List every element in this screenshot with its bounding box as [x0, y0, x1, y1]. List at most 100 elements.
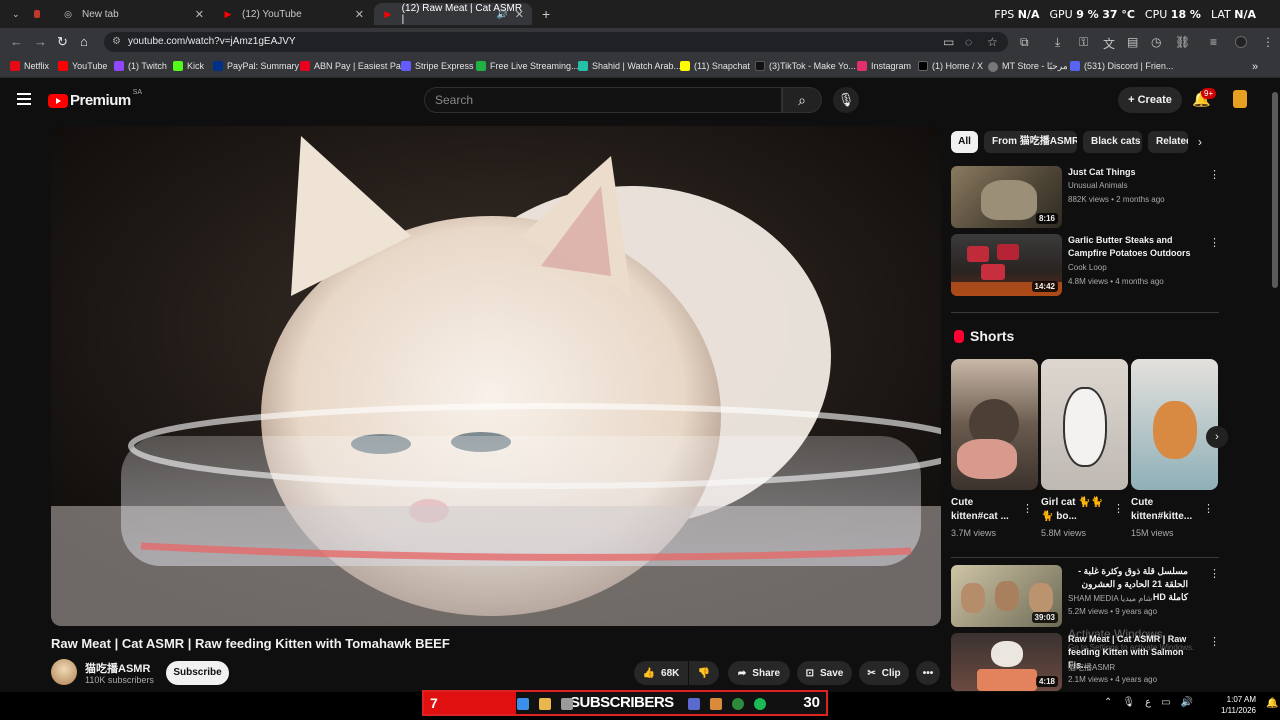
- taskbar-clock[interactable]: 1:07 AM 1/11/2026: [1208, 694, 1256, 716]
- close-icon[interactable]: ✕: [355, 8, 364, 21]
- home-icon[interactable]: ⌂: [80, 34, 88, 49]
- bookmark-tiktok[interactable]: (3)TikTok - Make Yo...: [755, 61, 856, 71]
- save-button[interactable]: ⊡ Save: [797, 661, 852, 685]
- bookmark-abn[interactable]: ABN Pay | Easiest Pa...: [300, 61, 408, 71]
- forward-icon[interactable]: →: [34, 34, 47, 49]
- bookmark-snapchat[interactable]: (11) Snapchat: [680, 61, 750, 71]
- scrollbar-thumb[interactable]: [1272, 92, 1278, 288]
- chip-all[interactable]: All: [951, 131, 978, 153]
- card-icon[interactable]: ▤: [1127, 35, 1138, 49]
- subscribe-button[interactable]: Subscribe: [166, 661, 229, 685]
- bookmark-x[interactable]: (1) Home / X: [918, 61, 983, 71]
- chip-related[interactable]: Related: [1148, 131, 1188, 153]
- search-button[interactable]: ⌕: [782, 87, 822, 113]
- chevron-up-icon[interactable]: ⌃: [1104, 697, 1112, 708]
- star-icon[interactable]: ☆: [987, 35, 998, 49]
- bookmark-kick[interactable]: Kick: [173, 61, 204, 71]
- network-icon[interactable]: ▭: [1161, 697, 1170, 708]
- profile-avatar[interactable]: [1235, 36, 1247, 48]
- more-vert-icon[interactable]: ⋮: [1209, 567, 1220, 580]
- avatar[interactable]: [1233, 90, 1247, 108]
- search-input[interactable]: Search: [424, 87, 782, 113]
- xbox-icon[interactable]: [732, 698, 744, 710]
- recommendation-item[interactable]: 8:16 Just Cat Things Unusual Animals 882…: [951, 166, 1221, 230]
- extensions-icon[interactable]: ⧉: [1020, 35, 1029, 50]
- more-vert-icon[interactable]: ⋮: [1209, 236, 1220, 249]
- more-vert-icon[interactable]: ⋮: [1209, 168, 1220, 181]
- chip-black-cats[interactable]: Black cats: [1083, 131, 1142, 153]
- bookmark-streaming[interactable]: Free Live Streaming...: [476, 61, 579, 71]
- tab-new-tab[interactable]: ◎ New tab ✕: [54, 3, 212, 25]
- spotify-icon[interactable]: [754, 698, 766, 710]
- hamburger-menu-icon[interactable]: [17, 93, 31, 105]
- more-vert-icon[interactable]: ⋮: [1203, 502, 1214, 515]
- app-icon[interactable]: [688, 698, 700, 710]
- windows-start-icon[interactable]: [517, 698, 529, 710]
- new-tab-button[interactable]: +: [534, 3, 554, 25]
- file-explorer-icon[interactable]: [539, 698, 551, 710]
- video-thumbnail[interactable]: 8:16: [951, 166, 1062, 228]
- short-thumbnail[interactable]: [1041, 359, 1128, 490]
- bookmark-paypal[interactable]: PayPal: Summary: [213, 61, 299, 71]
- recommendation-item[interactable]: 14:42 Garlic Butter Steaks and Campfire …: [951, 234, 1221, 298]
- site-info-icon[interactable]: ⚙: [112, 32, 121, 52]
- bookmark-instagram[interactable]: Instagram: [857, 61, 911, 71]
- notifications-icon[interactable]: 🔔: [1266, 698, 1278, 709]
- speaker-icon[interactable]: 🔊: [497, 9, 508, 20]
- short-thumbnail[interactable]: [1131, 359, 1218, 490]
- shorts-next-button[interactable]: ›: [1206, 426, 1228, 448]
- create-button[interactable]: + Create: [1118, 87, 1182, 113]
- reading-list-icon[interactable]: ≡: [1210, 35, 1217, 49]
- chevron-right-icon[interactable]: ›: [1198, 135, 1202, 149]
- eye-off-icon[interactable]: ◌: [965, 35, 972, 49]
- video-thumbnail[interactable]: 4:18: [951, 633, 1062, 691]
- key-icon[interactable]: ⚿: [1079, 35, 1088, 50]
- address-bar[interactable]: ⚙ youtube.com/watch?v=jAmz1gEAJVY: [104, 32, 1008, 52]
- tab-pinned[interactable]: [26, 3, 56, 25]
- bookmark-discord[interactable]: (531) Discord | Frien...: [1070, 61, 1173, 71]
- download-icon[interactable]: ⤓: [1055, 35, 1060, 50]
- bookmark-stripe[interactable]: Stripe Express: [401, 61, 474, 71]
- tab-youtube[interactable]: ▶ (12) YouTube ✕: [214, 3, 372, 25]
- microphone-icon[interactable]: 🎙: [1122, 697, 1135, 708]
- bookmark-twitch[interactable]: (1) Twitch: [114, 61, 167, 71]
- more-vert-icon[interactable]: ⋮: [1022, 502, 1033, 515]
- tab-current-video[interactable]: ▶ (12) Raw Meat | Cat ASMR | 🔊 ✕: [374, 3, 532, 25]
- bookmarks-overflow-icon[interactable]: »: [1252, 61, 1258, 73]
- voice-search-button[interactable]: 🎙: [833, 87, 859, 113]
- clip-button[interactable]: ✂ Clip: [859, 661, 909, 685]
- channel-name[interactable]: 猫吃播ASMR: [85, 660, 150, 676]
- chip-from-channel[interactable]: From 猫吃播ASMR: [984, 131, 1077, 153]
- language-indicator[interactable]: ع: [1145, 697, 1151, 708]
- like-button[interactable]: 👍 68K: [634, 661, 688, 685]
- app-icon[interactable]: [710, 698, 722, 710]
- close-icon[interactable]: ✕: [515, 8, 524, 21]
- recommendation-item[interactable]: 39:03 مسلسل قلة ذوق وكثرة غلبة - الحلقة …: [951, 565, 1221, 627]
- close-icon[interactable]: ✕: [195, 8, 204, 21]
- reload-icon[interactable]: ↻: [57, 34, 68, 50]
- cast-icon[interactable]: ▭: [943, 35, 954, 49]
- bookmark-youtube[interactable]: YouTube: [58, 61, 107, 71]
- short-thumbnail[interactable]: [951, 359, 1038, 490]
- kebab-menu-icon[interactable]: ⋮: [1262, 35, 1274, 49]
- volume-icon[interactable]: 🔊: [1181, 697, 1193, 708]
- tab-search-button[interactable]: ⌄: [4, 3, 22, 25]
- more-vert-icon[interactable]: ⋮: [1113, 502, 1124, 515]
- youtube-logo[interactable]: Premium SA: [48, 89, 142, 109]
- video-thumbnail[interactable]: 39:03: [951, 565, 1062, 627]
- bookmark-shahid[interactable]: Shahid | Watch Arab...: [578, 61, 681, 71]
- channel-avatar[interactable]: [51, 659, 77, 685]
- link-icon[interactable]: ⛓: [1175, 35, 1190, 49]
- app-icon[interactable]: [561, 698, 573, 710]
- bookmark-mtstore[interactable]: MT Store - مرحبًا: [988, 61, 1068, 72]
- share-button[interactable]: ➦ Share: [728, 661, 790, 685]
- video-player[interactable]: [51, 126, 941, 626]
- recommendation-item[interactable]: 4:18 Raw Meat | Cat ASMR | Raw feeding K…: [951, 633, 1221, 691]
- more-actions-button[interactable]: •••: [916, 661, 940, 685]
- history-icon[interactable]: ◷: [1151, 35, 1161, 49]
- back-icon[interactable]: ←: [10, 34, 23, 49]
- more-vert-icon[interactable]: ⋮: [1209, 635, 1220, 648]
- translate-icon[interactable]: 文: [1103, 35, 1115, 52]
- bookmark-netflix[interactable]: Netflix: [10, 61, 49, 71]
- video-thumbnail[interactable]: 14:42: [951, 234, 1062, 296]
